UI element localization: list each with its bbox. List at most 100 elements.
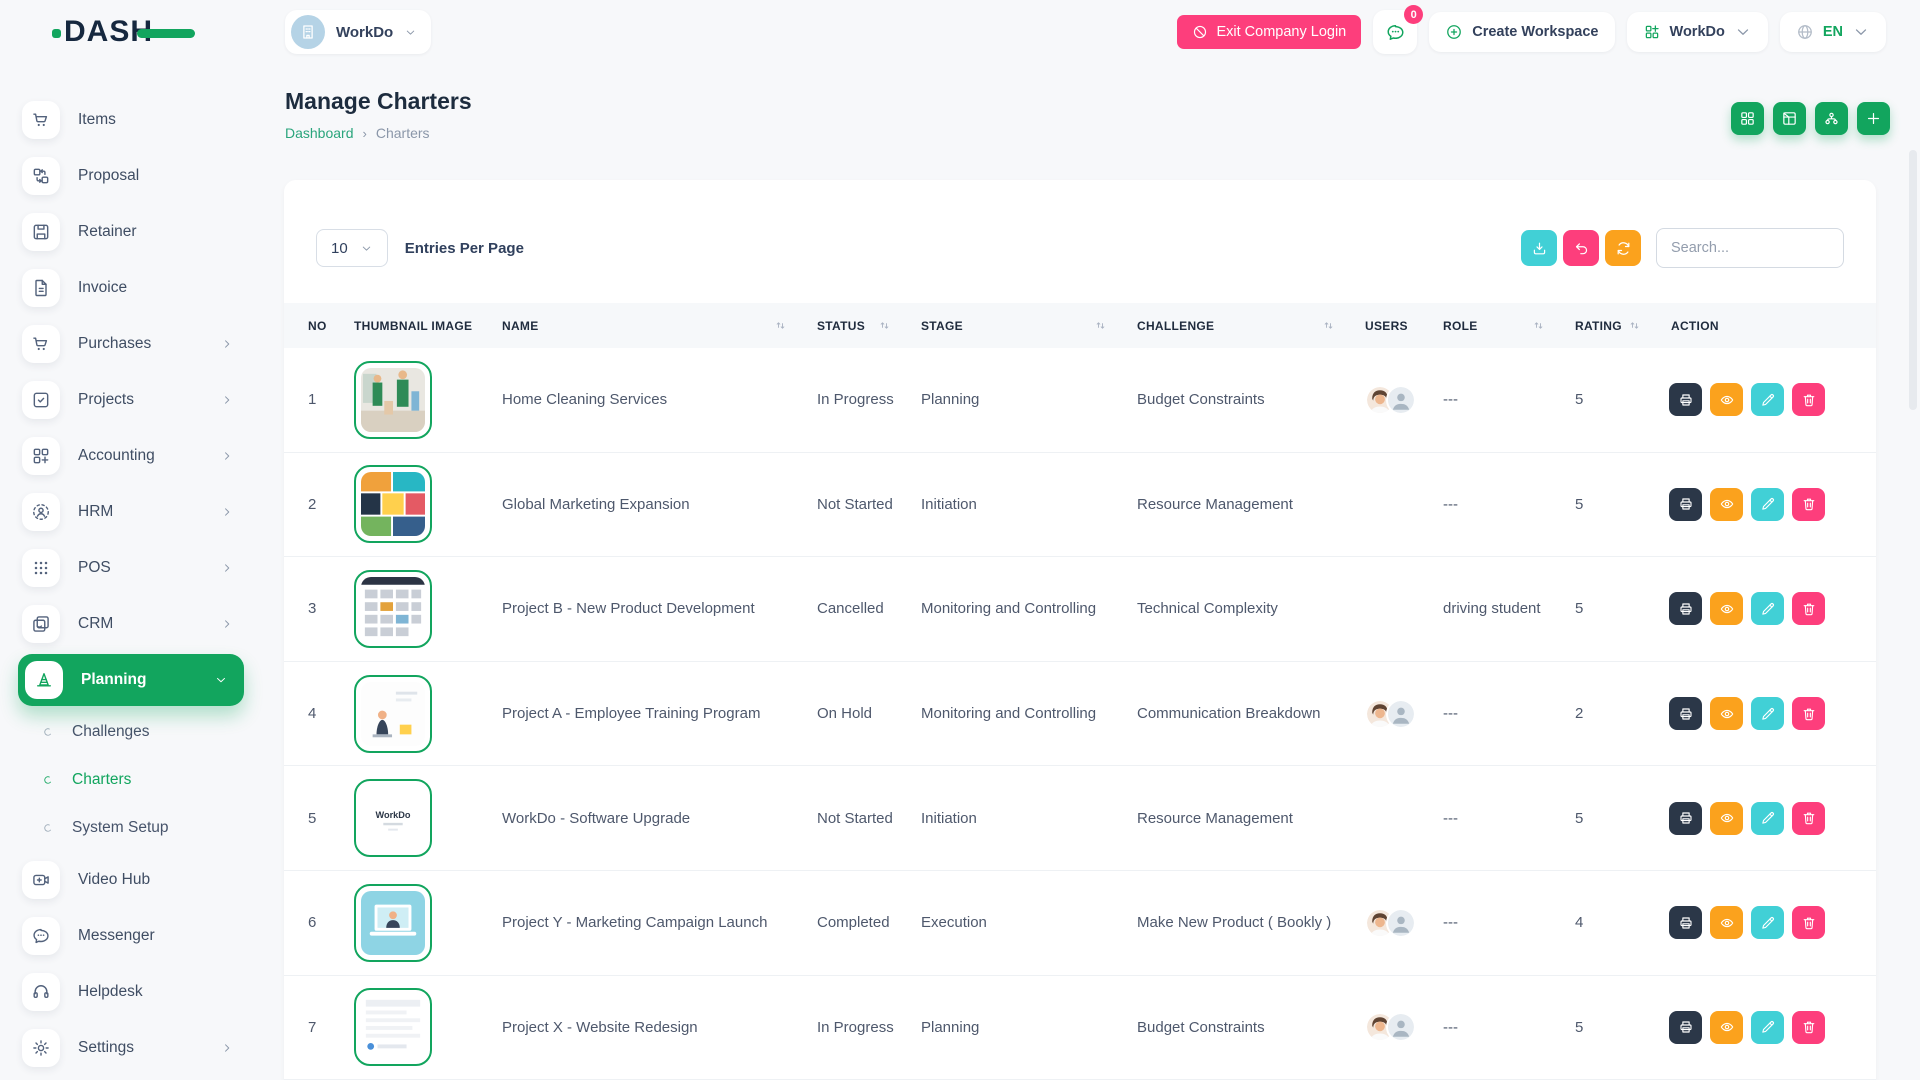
sort-icon[interactable]	[878, 319, 891, 332]
charter-challenge: Communication Breakdown	[1121, 705, 1349, 722]
app-logo[interactable]: DASH	[0, 0, 258, 64]
sidebar-item-crm[interactable]: CRM	[18, 596, 244, 652]
refresh-button[interactable]	[1605, 230, 1641, 266]
view-button[interactable]	[1710, 802, 1743, 835]
view-button[interactable]	[1710, 906, 1743, 939]
sidebar-item-video-hub[interactable]: Video Hub	[18, 852, 244, 908]
sidebar-item-invoice[interactable]: Invoice	[18, 260, 244, 316]
check-square-icon	[22, 381, 60, 419]
thumbnail-image[interactable]	[354, 675, 432, 753]
delete-button[interactable]	[1792, 906, 1825, 939]
sidebar-item-items[interactable]: Items	[18, 92, 244, 148]
view-button[interactable]	[1710, 697, 1743, 730]
print-button[interactable]	[1669, 1011, 1702, 1044]
sidebar-item-pos[interactable]: POS	[18, 540, 244, 596]
sidebar-item-projects[interactable]: Projects	[18, 372, 244, 428]
circle-bullet-icon	[42, 774, 54, 786]
column-header-name[interactable]: NAME	[486, 319, 801, 333]
entries-per-page-select[interactable]: 10	[316, 229, 388, 267]
breadcrumb-dashboard-link[interactable]: Dashboard	[285, 125, 354, 141]
print-button[interactable]	[1669, 592, 1702, 625]
sidebar-item-settings[interactable]: Settings	[18, 1020, 244, 1076]
table-view-button[interactable]	[1773, 102, 1806, 135]
create-workspace-button[interactable]: Create Workspace	[1429, 12, 1614, 52]
assigned-users	[1365, 699, 1427, 729]
sidebar-subitem-system-setup[interactable]: System Setup	[18, 804, 244, 852]
workdo-menu-button[interactable]: WorkDo	[1627, 12, 1768, 52]
sort-icon[interactable]	[1628, 319, 1641, 332]
edit-button[interactable]	[1751, 592, 1784, 625]
chat-bubble-icon	[1385, 22, 1406, 43]
view-button[interactable]	[1710, 1011, 1743, 1044]
view-button[interactable]	[1710, 592, 1743, 625]
thumbnail-image[interactable]	[354, 570, 432, 648]
eye-icon	[1719, 392, 1735, 408]
language-selector[interactable]: EN	[1780, 12, 1886, 52]
sidebar-item-proposal[interactable]: Proposal	[18, 148, 244, 204]
exit-company-login-button[interactable]: Exit Company Login	[1177, 15, 1361, 49]
search-input[interactable]	[1656, 228, 1844, 268]
page-scrollbar[interactable]	[1909, 150, 1917, 410]
sort-icon[interactable]	[1322, 319, 1335, 332]
edit-button[interactable]	[1751, 383, 1784, 416]
sitemap-view-button[interactable]	[1815, 102, 1848, 135]
delete-button[interactable]	[1792, 1011, 1825, 1044]
sidebar-item-helpdesk[interactable]: Helpdesk	[18, 964, 244, 1020]
print-button[interactable]	[1669, 802, 1702, 835]
delete-button[interactable]	[1792, 383, 1825, 416]
thumbnail-image[interactable]: WorkDo	[354, 779, 432, 857]
column-header-rating[interactable]: RATING	[1559, 319, 1655, 333]
column-header-status[interactable]: STATUS	[801, 319, 905, 333]
charter-name: Home Cleaning Services	[486, 391, 801, 408]
illustration	[361, 682, 425, 746]
thumbnail-image[interactable]	[354, 988, 432, 1066]
delete-button[interactable]	[1792, 697, 1825, 730]
user-avatar-placeholder[interactable]	[1386, 385, 1416, 415]
thumbnail-image[interactable]	[354, 884, 432, 962]
sidebar-subitem-charters[interactable]: Charters	[18, 756, 244, 804]
print-button[interactable]	[1669, 488, 1702, 521]
edit-button[interactable]	[1751, 1011, 1784, 1044]
undo-button[interactable]	[1563, 230, 1599, 266]
thumbnail-image[interactable]	[354, 465, 432, 543]
export-button[interactable]	[1521, 230, 1557, 266]
column-header-stage[interactable]: STAGE	[905, 319, 1121, 333]
user-avatar-placeholder[interactable]	[1386, 699, 1416, 729]
chevron-down-icon	[1734, 23, 1752, 41]
column-header-role[interactable]: ROLE	[1427, 319, 1559, 333]
user-avatar-placeholder[interactable]	[1386, 1012, 1416, 1042]
sort-icon[interactable]	[774, 319, 787, 332]
edit-button[interactable]	[1751, 697, 1784, 730]
app-root: DASH ItemsProposalRetainerInvoicePurchas…	[0, 0, 1920, 1080]
column-header-challenge[interactable]: CHALLENGE	[1121, 319, 1349, 333]
user-avatar-placeholder[interactable]	[1386, 908, 1416, 938]
messages-button[interactable]: 0	[1373, 10, 1417, 54]
sidebar-item-purchases[interactable]: Purchases	[18, 316, 244, 372]
sort-icon[interactable]	[1094, 319, 1107, 332]
sidebar-item-retainer[interactable]: Retainer	[18, 204, 244, 260]
view-button[interactable]	[1710, 488, 1743, 521]
delete-button[interactable]	[1792, 802, 1825, 835]
edit-button[interactable]	[1751, 906, 1784, 939]
sidebar-item-hrm[interactable]: HRM	[18, 484, 244, 540]
sort-icon[interactable]	[1532, 319, 1545, 332]
charter-role: ---	[1427, 1019, 1559, 1036]
marketing-collage	[361, 472, 425, 536]
edit-button[interactable]	[1751, 802, 1784, 835]
print-button[interactable]	[1669, 697, 1702, 730]
sidebar-item-planning[interactable]: Planning	[18, 654, 244, 706]
grid-view-button[interactable]	[1731, 102, 1764, 135]
workspace-selector[interactable]: WorkDo	[285, 10, 431, 54]
print-button[interactable]	[1669, 906, 1702, 939]
view-button[interactable]	[1710, 383, 1743, 416]
delete-button[interactable]	[1792, 592, 1825, 625]
sidebar-item-messenger[interactable]: Messenger	[18, 908, 244, 964]
thumbnail-image[interactable]	[354, 361, 432, 439]
sidebar-subitem-challenges[interactable]: Challenges	[18, 708, 244, 756]
topbar-actions: Exit Company Login 0 Create Workspace Wo…	[1177, 10, 1886, 54]
edit-button[interactable]	[1751, 488, 1784, 521]
add-charter-button[interactable]	[1857, 102, 1890, 135]
print-button[interactable]	[1669, 383, 1702, 416]
sidebar-item-accounting[interactable]: Accounting	[18, 428, 244, 484]
delete-button[interactable]	[1792, 488, 1825, 521]
